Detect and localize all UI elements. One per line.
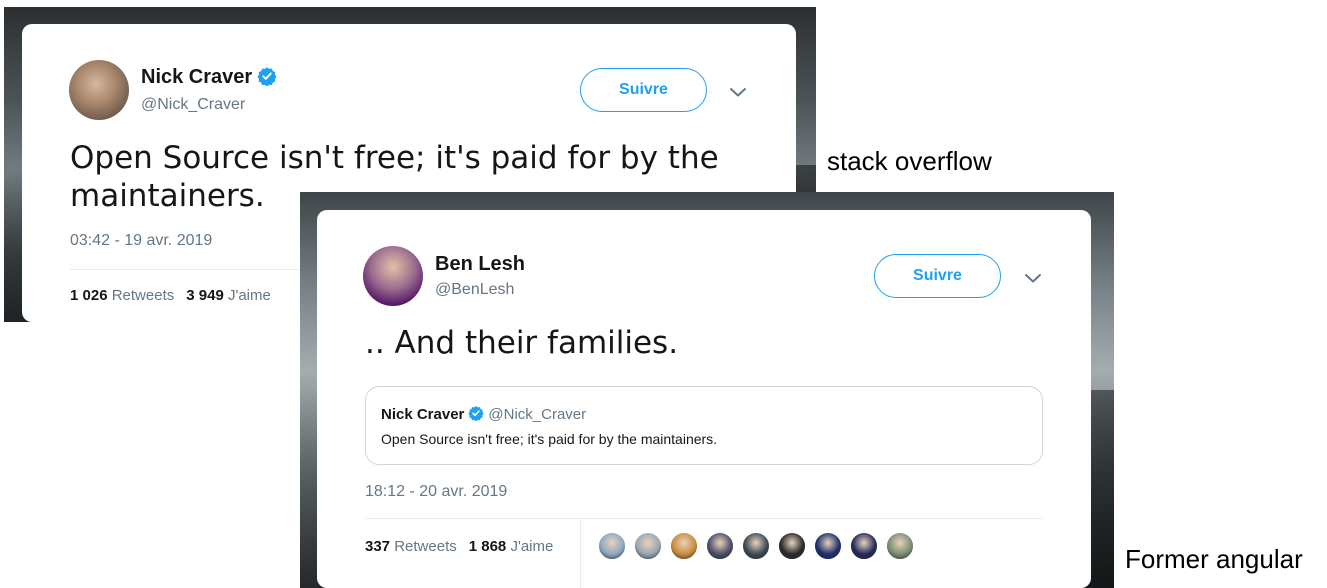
quoted-tweet-text: Open Source isn't free; it's paid for by… [381, 431, 718, 447]
quoted-author-handle: @Nick_Craver [488, 406, 587, 423]
divider [365, 518, 1043, 519]
follow-button[interactable]: Suivre [874, 254, 1001, 298]
stats-separator [580, 518, 581, 588]
quoted-tweet[interactable]: Nick Craver @Nick_Craver Open Source isn'… [365, 386, 1043, 465]
tweet-timestamp[interactable]: 03:42 - 19 avr. 2019 [70, 232, 212, 250]
follow-button[interactable]: Suivre [580, 68, 707, 112]
avatar[interactable] [363, 246, 423, 306]
author-name[interactable]: Ben Lesh [435, 253, 525, 276]
liker-avatar[interactable] [886, 532, 914, 560]
engagement-stats: 337 Retweets 1 868 J'aime [365, 538, 553, 555]
tweet-card-ben-lesh: Ben Lesh @BenLesh Suivre .. And their fa… [317, 210, 1091, 588]
avatar[interactable] [69, 60, 129, 120]
liker-avatar[interactable] [598, 532, 626, 560]
verified-badge-icon [257, 67, 277, 86]
chevron-down-icon[interactable] [1021, 266, 1045, 290]
engagement-stats: 1 026 Retweets 3 949 J'aime [70, 287, 271, 304]
quoted-tweet-author: Nick Craver @Nick_Craver [381, 405, 586, 423]
liker-avatar[interactable] [634, 532, 662, 560]
tweet-timestamp[interactable]: 18:12 - 20 avr. 2019 [365, 483, 507, 501]
tweet-text: .. And their families. [365, 325, 679, 361]
author-name[interactable]: Nick Craver [141, 66, 277, 89]
verified-badge-icon [468, 406, 485, 421]
likes-stat[interactable]: 3 949 J'aime [186, 287, 271, 304]
liker-avatar[interactable] [706, 532, 734, 560]
liker-avatar[interactable] [742, 532, 770, 560]
author-handle[interactable]: @Nick_Craver [141, 96, 245, 114]
retweets-stat[interactable]: 1 026 Retweets [70, 287, 174, 304]
likes-stat[interactable]: 1 868 J'aime [469, 538, 554, 555]
liker-avatar[interactable] [850, 532, 878, 560]
author-handle[interactable]: @BenLesh [435, 281, 514, 299]
liker-avatar[interactable] [778, 532, 806, 560]
retweets-stat[interactable]: 337 Retweets [365, 538, 457, 555]
caption-former-angular: Former angular [1125, 544, 1303, 574]
chevron-down-icon[interactable] [726, 80, 750, 104]
liker-avatars [598, 532, 914, 560]
caption-stack-overflow: stack overflow [827, 146, 992, 176]
quoted-author-name: Nick Craver [381, 406, 465, 423]
liker-avatar[interactable] [814, 532, 842, 560]
liker-avatar[interactable] [670, 532, 698, 560]
